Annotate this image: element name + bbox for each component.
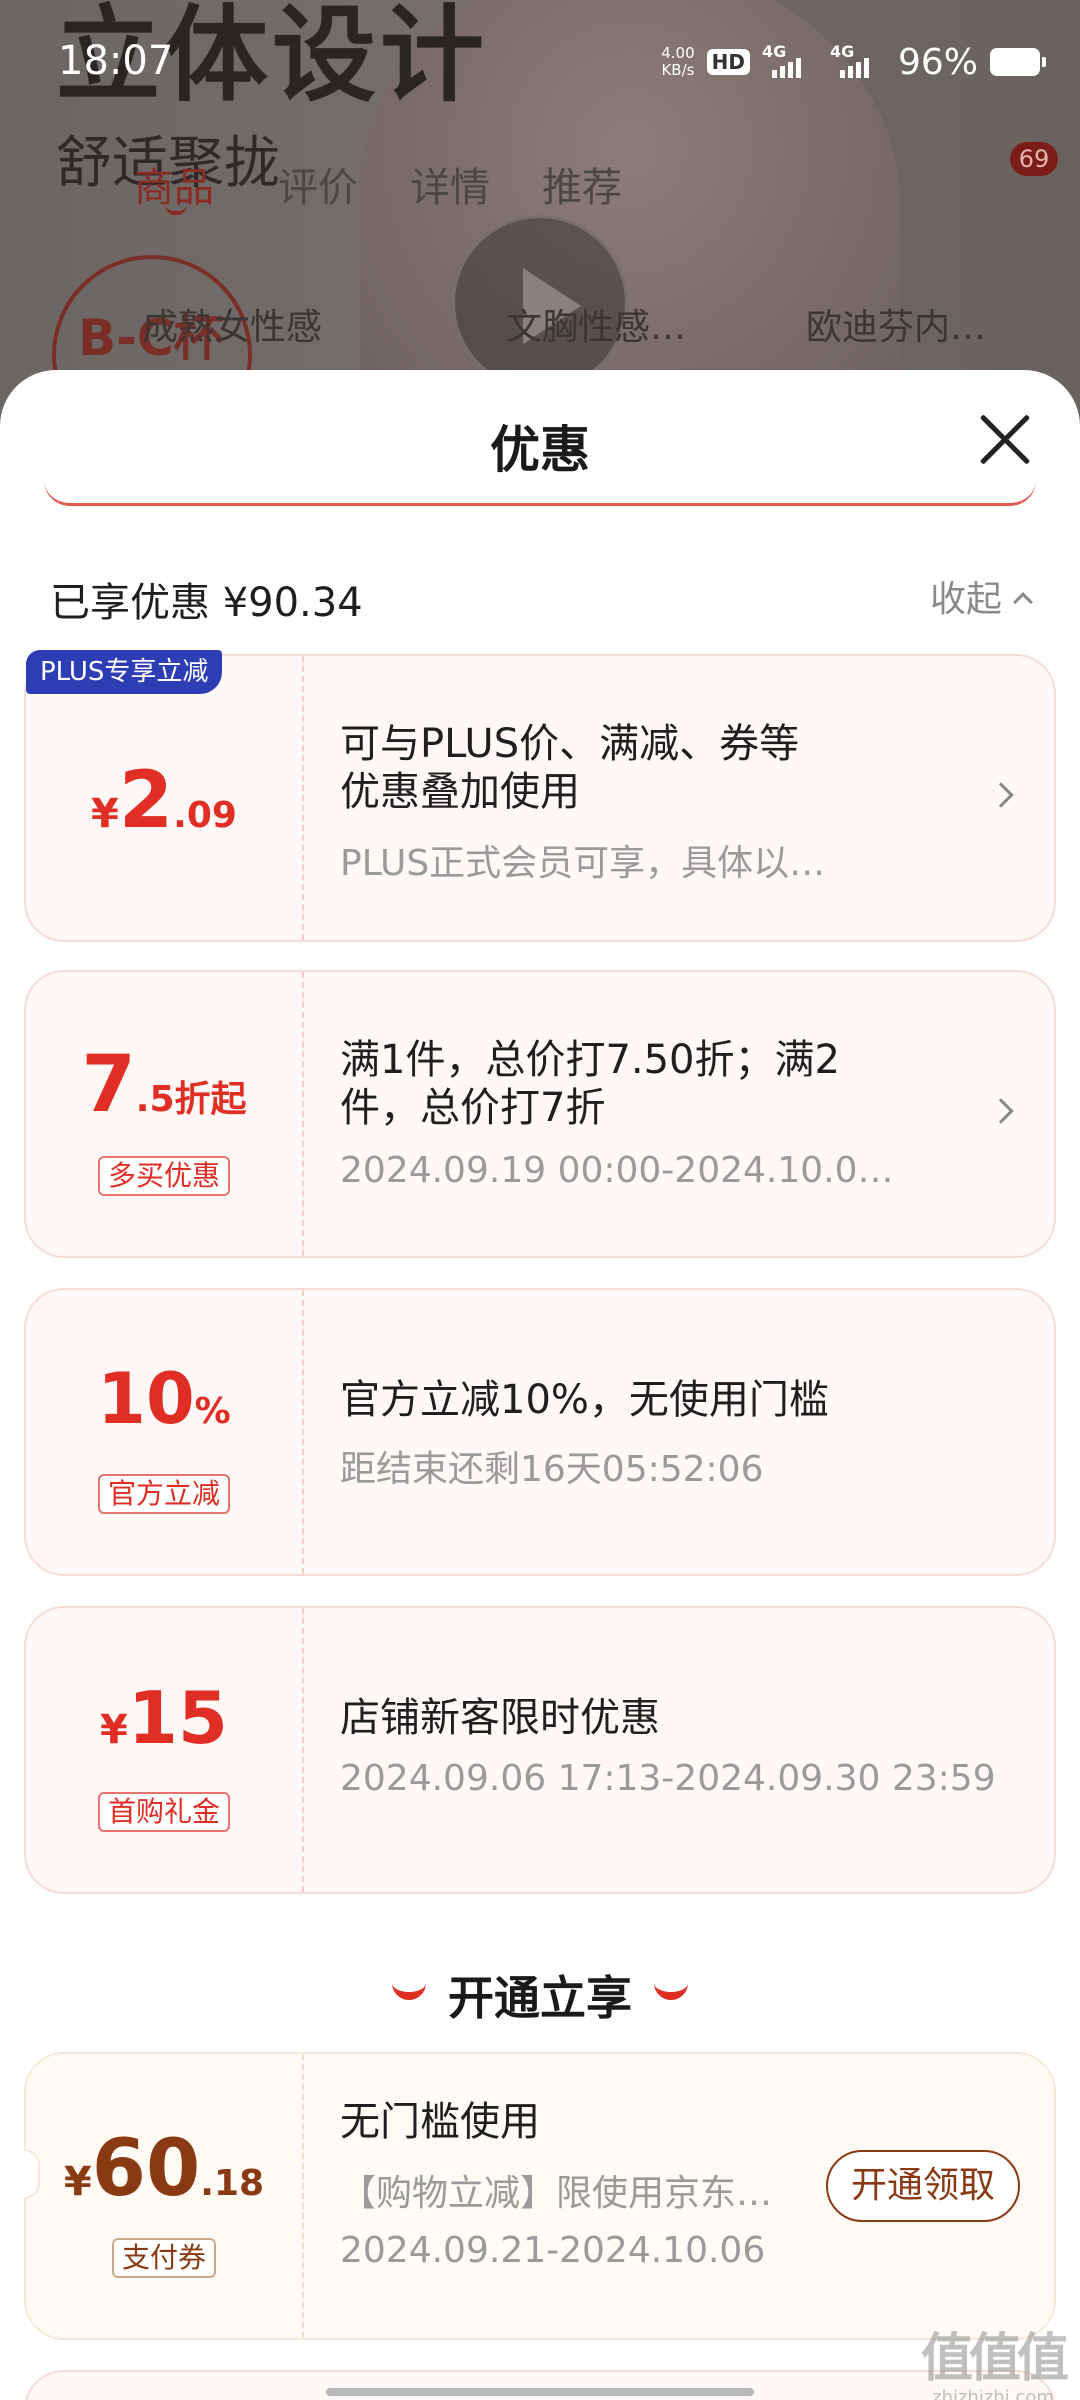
battery-icon (990, 48, 1046, 76)
offer-card-multibuy[interactable]: 7.5折起 多买优惠 满1件，总价打7.50折；满2 件，总价打7折 2024.0… (24, 970, 1056, 1258)
smile-icon (654, 1982, 688, 2000)
saved-amount: 已享优惠 ¥90.34 (50, 580, 363, 626)
collapse-label: 收起 (929, 579, 1002, 620)
countdown-text: 距结束还剩16天05:52:06 (340, 1449, 764, 1490)
offer-description: 可与PLUS价、满减、券等 优惠叠加使用 (340, 721, 800, 815)
battery-percent: 96% (897, 41, 978, 83)
offer-amount: ¥2.09 (91, 756, 237, 846)
chevron-up-icon (1013, 592, 1033, 612)
offer-type-tag: 支付券 (111, 2238, 216, 2278)
hd-voice-icon: HD (706, 49, 750, 75)
offer-amount: 7.5折起 (81, 1040, 247, 1130)
offer-detail: 2024.09.06 17:13-2024.09.30 23:59 (340, 1758, 996, 1799)
chevron-right-icon (988, 1098, 1014, 1124)
offer-detail: 2024.09.19 00:00-2024.10.0… (340, 1150, 894, 1191)
clock: 18:07 (58, 38, 174, 84)
collapse-button[interactable]: 收起 (929, 570, 1033, 622)
section-heading: 开通立享 (0, 1962, 1080, 2028)
offer-description: 官方立减10%，无使用门槛 (340, 1377, 829, 1423)
tab-details[interactable]: 详情 (410, 155, 490, 213)
offer-amount: ¥60.18 (63, 2124, 265, 2214)
offer-description: 满1件，总价打7.50折；满2 件，总价打7折 (340, 1037, 840, 1131)
tab-reviews[interactable]: 评价 (278, 155, 358, 213)
offer-detail: PLUS正式会员可享，具体以… (340, 843, 826, 884)
discount-sheet: 优惠 已享优惠 ¥90.34 收起 PLUS专享立减 ¥2.09 可与PLUS价… (0, 370, 1080, 2400)
close-icon[interactable] (978, 412, 1032, 466)
offer-type-tag: 多买优惠 (97, 1156, 230, 1196)
scroll-edge-divider (44, 480, 1036, 506)
offer-amount: ¥15 (99, 1676, 229, 1760)
offer-card-first-purchase[interactable]: ¥15 首购礼金 店铺新客限时优惠 2024.09.06 17:13-2024.… (24, 1606, 1056, 1894)
gesture-home-bar[interactable] (326, 2388, 754, 2396)
offer-type-tag: 首购礼金 (97, 1792, 230, 1832)
chevron-right-icon (988, 782, 1014, 808)
tag-chip[interactable]: 成熟女性感 (142, 298, 322, 350)
network-speed-unit: KB/s (661, 61, 695, 79)
tab-recommend[interactable]: 推荐 (542, 155, 622, 213)
offer-type-tag: 官方立减 (97, 1474, 230, 1514)
tag-chip[interactable]: 文胸性感… (506, 298, 686, 350)
plus-badge: PLUS专享立减 (26, 650, 223, 694)
signal-icon: 4G (830, 42, 886, 82)
offer-card-plus[interactable]: PLUS专享立减 ¥2.09 可与PLUS价、满减、券等 优惠叠加使用 PLUS正… (24, 650, 1056, 942)
status-bar: 18:07 4.00 KB/s HD 4G 4G 96% (0, 0, 1080, 110)
activate-claim-button[interactable]: 开通领取 (826, 2150, 1020, 2222)
network-speed-value: 4.00 (661, 44, 695, 62)
watermark-logo: 值值值 (920, 2329, 1069, 2389)
site-watermark: 值值值 zhizhizhi.com (918, 2316, 1069, 2400)
watermark-url: zhizhizhi.com (932, 2387, 1054, 2400)
offer-subtitle: 【购物立减】限使用京东… (340, 2173, 773, 2214)
smile-icon (392, 1982, 426, 2000)
offer-card-official[interactable]: 10% 官方立减 官方立减10%，无使用门槛 距结束还剩16天05:52:06 (24, 1288, 1056, 1576)
cart-count-badge: 69 (1010, 142, 1058, 176)
tag-chip[interactable]: 欧迪芬内… (806, 298, 986, 350)
sheet-title: 优惠 (490, 421, 590, 479)
offer-amount: 10% (97, 1358, 231, 1440)
offer-description: 无门槛使用 (340, 2099, 540, 2145)
offer-card-payment-coupon[interactable]: ¥60.18 支付券 无门槛使用 【购物立减】限使用京东… 2024.09.21… (24, 2052, 1056, 2340)
offer-description: 店铺新客限时优惠 (340, 1695, 660, 1741)
offer-detail: 2024.09.21-2024.10.06 (340, 2230, 766, 2271)
signal-icon: 4G (762, 42, 818, 82)
network-speed: 4.00 KB/s (661, 45, 694, 79)
